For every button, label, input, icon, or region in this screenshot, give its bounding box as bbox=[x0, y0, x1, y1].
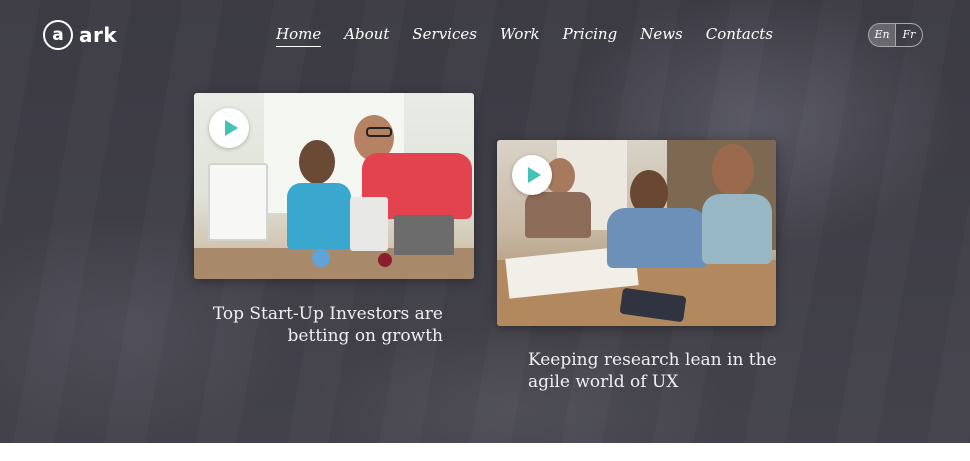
article-title-1[interactable]: Top Start-Up Investors are betting on gr… bbox=[200, 303, 443, 347]
globe-shape bbox=[312, 249, 330, 267]
nav-item-home[interactable]: Home bbox=[276, 24, 322, 47]
lang-option-en[interactable]: En bbox=[869, 24, 895, 46]
nav-item-pricing[interactable]: Pricing bbox=[563, 24, 618, 44]
play-button[interactable] bbox=[512, 155, 552, 195]
person-shirt bbox=[287, 183, 351, 249]
nav-item-work[interactable]: Work bbox=[500, 24, 540, 44]
apple-shape bbox=[378, 253, 392, 267]
person-head bbox=[299, 140, 335, 184]
person-shirt bbox=[607, 208, 707, 268]
glasses-shape bbox=[366, 127, 392, 137]
lang-option-fr[interactable]: Fr bbox=[896, 24, 922, 46]
article-thumbnail-1[interactable] bbox=[194, 93, 474, 279]
person-shirt bbox=[525, 192, 591, 238]
main-nav: Home About Services Work Pricing News Co… bbox=[276, 24, 796, 47]
nav-item-news[interactable]: News bbox=[640, 24, 683, 44]
nav-item-services[interactable]: Services bbox=[412, 24, 477, 44]
play-button[interactable] bbox=[209, 108, 249, 148]
hero-section: a ark Home About Services Work Pricing N… bbox=[0, 0, 970, 443]
person-head bbox=[712, 144, 754, 196]
monitor-shape bbox=[208, 163, 268, 241]
logo[interactable]: a ark bbox=[43, 20, 117, 50]
article-thumbnail-2[interactable] bbox=[497, 140, 776, 326]
article-title-2[interactable]: Keeping research lean in the agile world… bbox=[528, 349, 778, 393]
logo-text: ark bbox=[79, 23, 118, 47]
nav-item-about[interactable]: About bbox=[344, 24, 389, 44]
logo-icon: a bbox=[43, 20, 73, 50]
person-pants bbox=[394, 215, 454, 255]
nav-item-contacts[interactable]: Contacts bbox=[706, 24, 773, 44]
person-shirt bbox=[702, 194, 772, 264]
language-switcher: En Fr bbox=[868, 23, 923, 47]
laptop-shape bbox=[350, 197, 388, 251]
